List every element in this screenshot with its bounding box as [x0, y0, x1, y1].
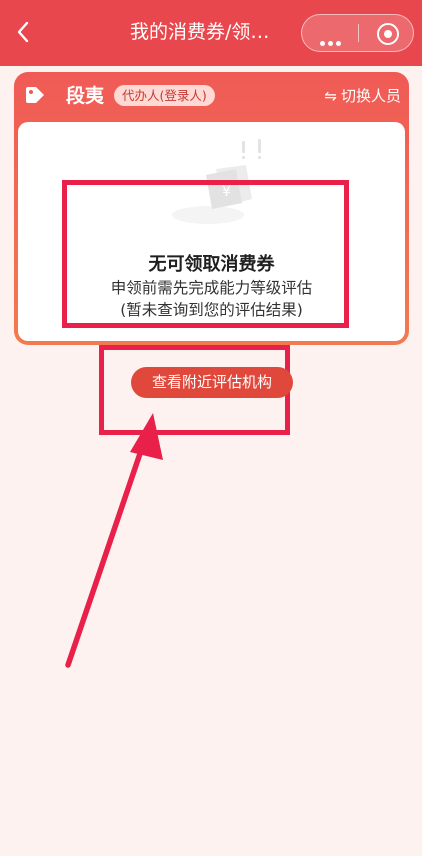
capsule-menu [301, 14, 414, 52]
mini-program-close-icon[interactable] [377, 23, 399, 45]
annotation-box-message [62, 180, 349, 328]
more-dots-icon[interactable] [320, 31, 344, 50]
view-nearby-institutions-button[interactable]: 查看附近评估机构 [131, 367, 293, 398]
top-bar: 我的消费券/领… [0, 0, 422, 66]
switch-person-button[interactable]: ⇋ 切换人员 [324, 86, 401, 106]
switch-person-label: 切换人员 [340, 87, 401, 105]
switch-icon: ⇋ [324, 87, 337, 105]
person-name: 段夷 [66, 85, 105, 107]
page-title: 我的消费券/领… [130, 21, 270, 43]
capsule-divider [358, 24, 359, 42]
role-badge: 代办人(登录人) [114, 85, 215, 106]
tag-icon [24, 86, 46, 104]
chevron-left-icon[interactable] [10, 17, 38, 47]
